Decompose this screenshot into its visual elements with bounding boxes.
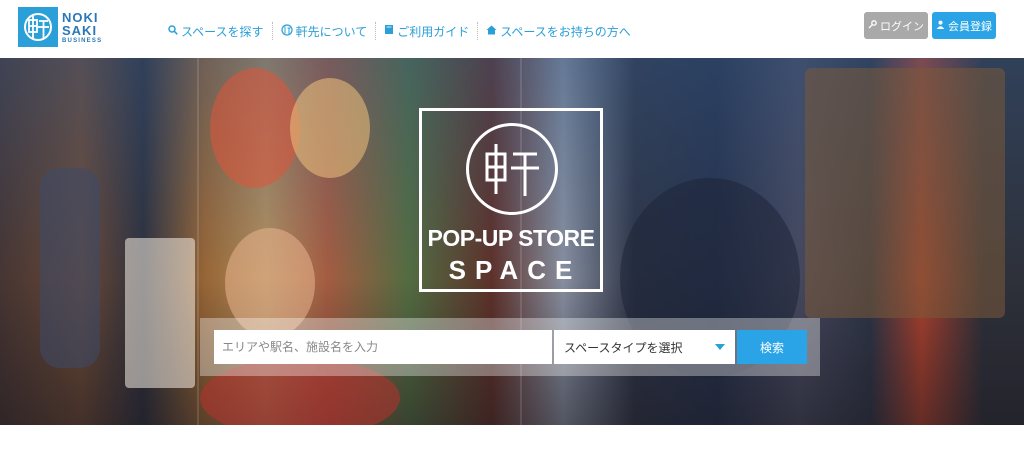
hero-photo-shape — [125, 238, 195, 388]
main-nav: スペースを探す 軒先について ご利用ガイド スペースをお持ちの方へ — [160, 22, 639, 40]
logo-line-2: SAKI — [62, 22, 98, 38]
logo-line-3: BUSINESS — [62, 37, 103, 44]
register-label: 会員登録 — [948, 20, 992, 33]
site-logo[interactable]: NOKI SAKI BUSINESS — [18, 7, 102, 47]
hero-title-line-2: SPACE — [448, 255, 582, 285]
nokisaki-logo-icon — [18, 7, 58, 47]
nokisaki-logo-icon — [466, 123, 558, 215]
space-type-value: スペースタイプを選択 — [564, 340, 683, 355]
hero-photo-shape — [290, 78, 370, 178]
chevron-down-icon — [715, 344, 725, 350]
hero-divider — [197, 58, 199, 425]
login-button[interactable]: ログイン — [864, 12, 928, 39]
site-header: NOKI SAKI BUSINESS スペースを探す 軒先について ご利用ガイド — [0, 0, 1024, 54]
hero-photo-shape — [40, 168, 100, 368]
register-button[interactable]: 会員登録 — [932, 12, 996, 39]
hero-title-line-1: POP-UP STORE — [427, 225, 595, 251]
nav-owners-label: スペースをお持ちの方へ — [500, 24, 631, 39]
key-icon — [868, 19, 877, 32]
nav-about-label: 軒先について — [295, 24, 368, 39]
nav-about[interactable]: 軒先について — [273, 23, 376, 40]
search-icon — [168, 24, 178, 38]
space-type-select[interactable]: スペースタイプを選択 — [554, 330, 735, 364]
hero-photo-shape — [805, 68, 1005, 318]
login-label: ログイン — [880, 20, 924, 33]
home-icon — [486, 25, 497, 38]
nokisaki-logo-icon — [280, 23, 293, 39]
logo-wordmark: NOKI SAKI BUSINESS — [62, 11, 102, 44]
search-input[interactable] — [214, 330, 552, 364]
nav-guide-label: ご利用ガイド — [397, 24, 470, 39]
nav-owners[interactable]: スペースをお持ちの方へ — [478, 23, 639, 40]
logo-line-1: NOKI — [62, 9, 99, 25]
hero-photo-shape — [210, 68, 300, 188]
nav-find-space[interactable]: スペースを探す — [160, 23, 272, 40]
user-icon — [936, 20, 945, 32]
nav-find-space-label: スペースを探す — [181, 24, 264, 39]
nav-guide[interactable]: ご利用ガイド — [376, 23, 477, 40]
search-button[interactable]: 検索 — [737, 330, 807, 364]
popup-store-emblem: POP-UP STORE SPACE — [419, 108, 603, 292]
book-icon — [384, 24, 394, 38]
